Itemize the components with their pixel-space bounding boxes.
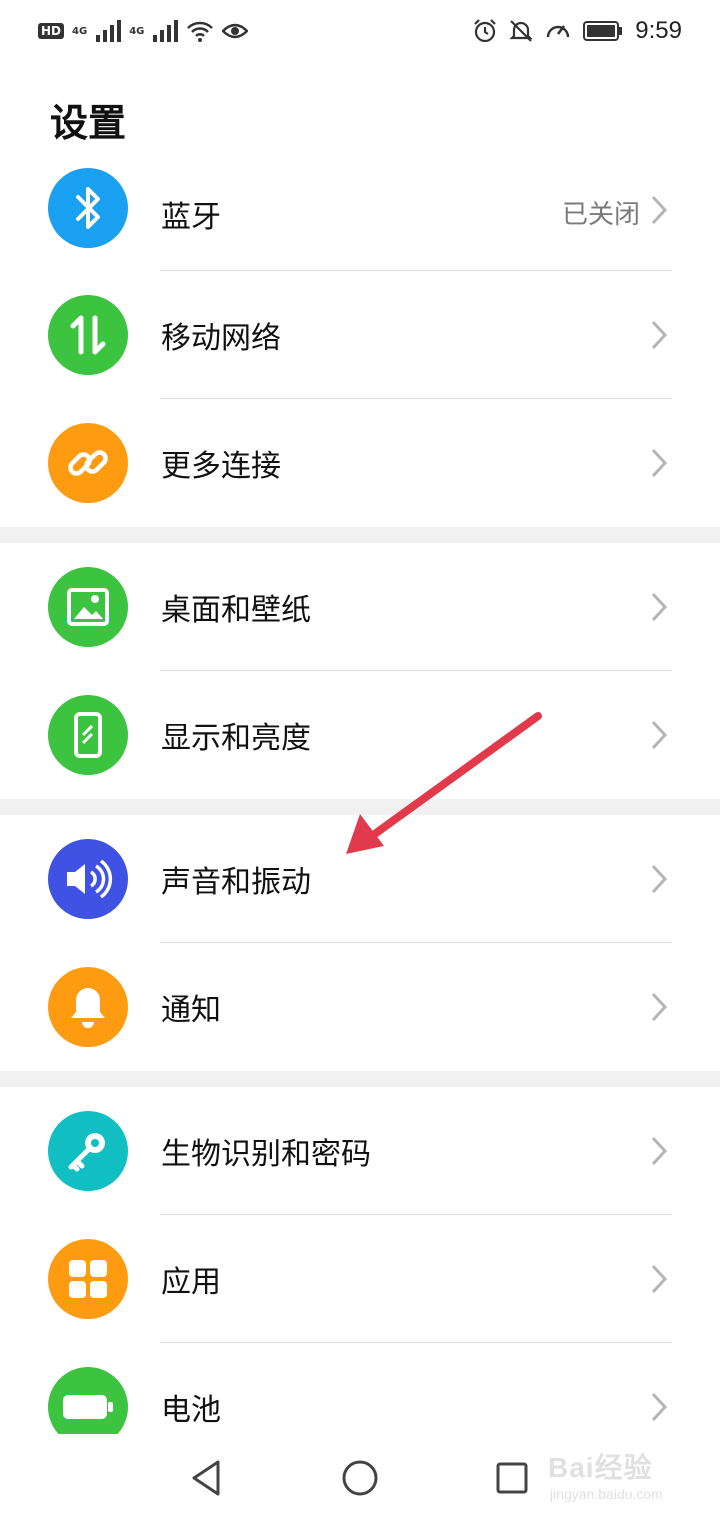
setting-row-biometrics[interactable]: 生物识别和密码: [0, 1087, 720, 1215]
wallpaper-icon: [48, 567, 128, 647]
wifi-icon: [187, 21, 214, 42]
home-icon[interactable]: [338, 1456, 382, 1500]
watermark-url: jingyan.baidu.com: [550, 1486, 663, 1502]
setting-label: 应用: [161, 1265, 221, 1300]
setting-row-notifications[interactable]: 通知: [0, 943, 720, 1071]
alarm-icon: [474, 19, 497, 43]
settings-list[interactable]: 蓝牙 已关闭 移动网络 更多连接 桌面和壁纸 显示和亮度 声音和振动 通知 生物…: [0, 168, 720, 1434]
setting-label: 通知: [161, 993, 221, 1028]
status-right: 9:59: [473, 14, 682, 48]
chevron-right-icon: [651, 320, 668, 350]
setting-label: 声音和振动: [161, 865, 311, 900]
display-icon: [48, 695, 128, 775]
mobile-data-icon: [48, 295, 128, 375]
sound-icon: [48, 839, 128, 919]
setting-row-wallpaper[interactable]: 桌面和壁纸: [0, 543, 720, 671]
setting-row-bluetooth[interactable]: 蓝牙 已关闭: [0, 168, 720, 271]
signal-icon: [153, 20, 179, 42]
chevron-right-icon: [651, 592, 668, 622]
network-type-1: 4G: [72, 26, 87, 37]
setting-label: 生物识别和密码: [161, 1137, 371, 1172]
battery-setting-icon: [48, 1367, 128, 1434]
apps-icon: [48, 1239, 128, 1319]
chevron-right-icon: [651, 1136, 668, 1166]
chevron-right-icon: [651, 448, 668, 478]
watermark-brand: Bai经验: [548, 1452, 653, 1483]
setting-value: 已关闭: [561, 200, 640, 230]
network-label: 4G: [72, 25, 88, 37]
chevron-right-icon: [651, 992, 668, 1022]
setting-row-apps[interactable]: 应用: [0, 1215, 720, 1343]
group-separator: [0, 527, 720, 543]
bell-icon: [48, 967, 128, 1047]
status-left: HD 4G 4G: [38, 14, 249, 48]
setting-row-more-connections[interactable]: 更多连接: [0, 399, 720, 527]
data-saver-icon: [547, 25, 570, 38]
chevron-right-icon: [651, 864, 668, 894]
setting-label: 显示和亮度: [161, 721, 311, 756]
setting-row-sound[interactable]: 声音和振动: [0, 815, 720, 943]
setting-label: 更多连接: [161, 449, 281, 484]
chevron-right-icon: [651, 720, 668, 750]
chevron-right-icon: [651, 195, 668, 225]
setting-row-mobile-network[interactable]: 移动网络: [0, 271, 720, 399]
eye-comfort-icon: [222, 23, 249, 39]
status-bar: HD 4G 4G 9:59: [0, 0, 720, 62]
setting-label: 蓝牙: [161, 200, 221, 235]
setting-label: 桌面和壁纸: [161, 593, 311, 628]
chevron-right-icon: [651, 1264, 668, 1294]
setting-row-battery[interactable]: 电池: [0, 1343, 720, 1434]
recents-icon[interactable]: [490, 1456, 534, 1500]
group-separator: [0, 1071, 720, 1087]
watermark: Bai经验 jingyan.baidu.com: [548, 1440, 688, 1510]
hd-badge: HD: [38, 23, 65, 39]
back-icon[interactable]: [184, 1456, 228, 1500]
setting-row-display[interactable]: 显示和亮度: [0, 671, 720, 799]
clock: 9:59: [635, 17, 682, 44]
setting-label: 移动网络: [161, 321, 281, 356]
bluetooth-icon: [48, 168, 128, 248]
page-title: 设置: [50, 101, 127, 145]
signal-icon: [96, 20, 122, 42]
key-icon: [48, 1111, 128, 1191]
battery-icon: [583, 21, 623, 41]
link-icon: [48, 423, 128, 503]
mute-icon: [509, 20, 533, 42]
chevron-right-icon: [651, 1392, 668, 1422]
setting-label: 电池: [161, 1393, 221, 1428]
network-label: 4G: [129, 25, 145, 37]
network-type-2: 4G: [129, 26, 144, 37]
group-separator: [0, 799, 720, 815]
